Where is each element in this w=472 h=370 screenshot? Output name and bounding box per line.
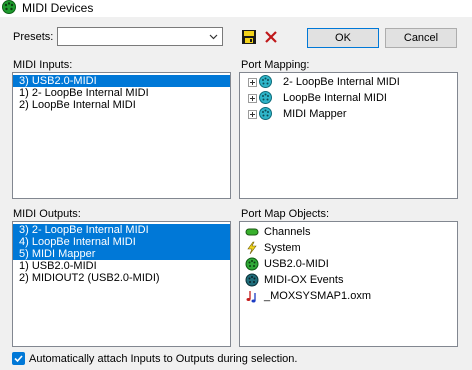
list-item[interactable]: 2) LoopBe Internal MIDI	[13, 99, 230, 111]
title-bar: MIDI Devices	[0, 0, 472, 17]
checkmark-icon	[14, 355, 23, 363]
music-note-icon	[246, 291, 256, 303]
tree-item[interactable]: 2- LoopBe Internal MIDI	[240, 74, 457, 90]
list-item[interactable]: 1) USB2.0-MIDI	[13, 260, 230, 272]
midi-outputs-label: MIDI Outputs:	[13, 208, 81, 220]
midi-port-icon	[259, 75, 272, 88]
list-item[interactable]: Channels	[240, 224, 457, 240]
expand-icon[interactable]	[248, 78, 257, 87]
channels-icon	[245, 228, 259, 236]
midi-inputs-label: MIDI Inputs:	[13, 59, 73, 71]
port-mapping-label: Port Mapping:	[241, 59, 310, 71]
list-item[interactable]: 3) 2- LoopBe Internal MIDI	[13, 224, 230, 236]
presets-label: Presets:	[13, 31, 54, 43]
delete-icon[interactable]	[263, 29, 279, 45]
list-item[interactable]: 1) 2- LoopBe Internal MIDI	[13, 87, 230, 99]
tree-item-label: 2- LoopBe Internal MIDI	[283, 76, 400, 88]
midi-devices-app-icon	[2, 0, 16, 14]
list-item-label: MIDI-OX Events	[264, 274, 344, 286]
presets-combobox[interactable]	[57, 27, 223, 46]
window-title: MIDI Devices	[22, 1, 94, 15]
port-mapping-tree[interactable]: 2- LoopBe Internal MIDI LoopBe Internal …	[239, 72, 458, 199]
dark-port-icon	[245, 273, 259, 287]
list-item[interactable]: 3) USB2.0-MIDI	[13, 75, 230, 87]
list-item-label: _MOXSYSMAP1.oxm	[264, 290, 371, 302]
list-item[interactable]: _MOXSYSMAP1.oxm	[240, 288, 457, 304]
green-port-icon	[245, 257, 259, 271]
ok-button[interactable]: OK	[307, 28, 379, 48]
tree-item[interactable]: LoopBe Internal MIDI	[240, 90, 457, 106]
list-item[interactable]: 5) MIDI Mapper	[13, 248, 230, 260]
tree-item[interactable]: MIDI Mapper	[240, 106, 457, 122]
list-item-label: Channels	[264, 226, 311, 238]
auto-attach-label[interactable]: Automatically attach Inputs to Outputs d…	[29, 353, 297, 365]
midi-port-icon	[259, 107, 272, 120]
port-map-objects-list[interactable]: Channels System USB2.0-MIDI MIDI-OX Even…	[239, 221, 458, 347]
midi-port-icon	[259, 91, 272, 104]
list-item[interactable]: USB2.0-MIDI	[240, 256, 457, 272]
cancel-button[interactable]: Cancel	[385, 28, 457, 48]
list-item[interactable]: MIDI-OX Events	[240, 272, 457, 288]
save-icon[interactable]	[241, 29, 257, 45]
auto-attach-checkbox[interactable]	[12, 352, 25, 365]
list-item[interactable]: 2) MIDIOUT2 (USB2.0-MIDI)	[13, 272, 230, 284]
list-item[interactable]: System	[240, 240, 457, 256]
midi-inputs-list[interactable]: 3) USB2.0-MIDI 1) 2- LoopBe Internal MID…	[12, 72, 231, 199]
port-map-objects-label: Port Map Objects:	[241, 208, 330, 220]
expand-icon[interactable]	[248, 110, 257, 119]
list-item[interactable]: 4) LoopBe Internal MIDI	[13, 236, 230, 248]
tree-item-label: LoopBe Internal MIDI	[283, 92, 387, 104]
chevron-down-icon[interactable]	[208, 31, 219, 42]
list-item-label: System	[264, 242, 301, 254]
list-item-label: USB2.0-MIDI	[264, 258, 329, 270]
tree-item-label: MIDI Mapper	[283, 108, 347, 120]
expand-icon[interactable]	[248, 94, 257, 103]
midi-outputs-list[interactable]: 3) 2- LoopBe Internal MIDI 4) LoopBe Int…	[12, 221, 231, 347]
system-lightning-icon	[247, 241, 257, 255]
